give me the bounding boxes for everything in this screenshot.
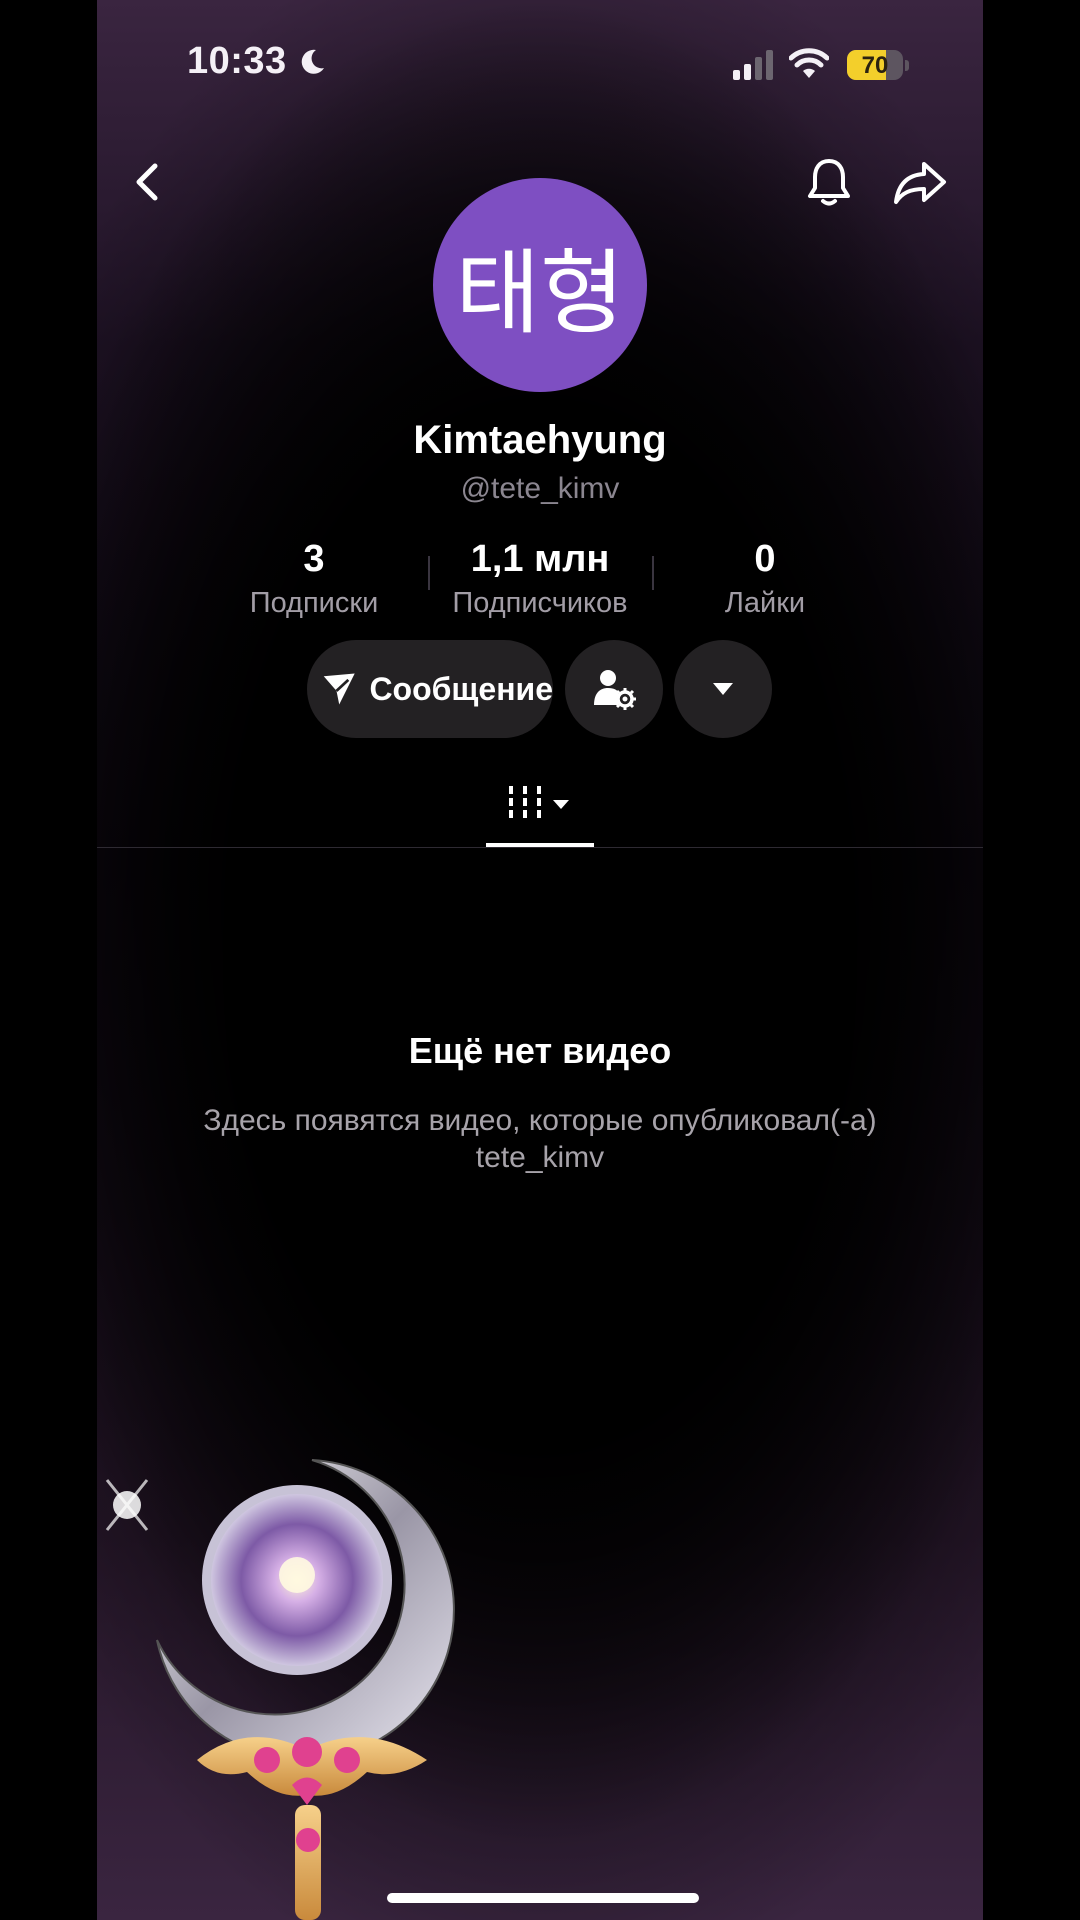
- stat-likes-value: 0: [754, 538, 776, 580]
- message-button-label: Сообщение: [369, 670, 553, 707]
- avatar[interactable]: 태형: [433, 178, 647, 392]
- stat-divider: [428, 556, 430, 590]
- stat-following-label: Подписки: [249, 587, 379, 619]
- stat-following[interactable]: 3 Подписки: [209, 538, 419, 620]
- empty-state-title: Ещё нет видео: [408, 1030, 672, 1071]
- home-indicator[interactable]: [387, 1893, 699, 1903]
- profile-handle: @tete_kimv: [460, 472, 620, 505]
- chevron-left-icon[interactable]: [127, 160, 167, 204]
- empty-state-description: Здесь появятся видео, которые опубликова…: [203, 1104, 877, 1174]
- moon-icon: [301, 49, 324, 74]
- follow-settings-button[interactable]: [565, 640, 663, 738]
- status-time: 10:33: [187, 40, 287, 82]
- stat-followers[interactable]: 1,1 млн Подписчиков: [435, 538, 645, 620]
- moon-wand-decoration: [105, 1459, 455, 1920]
- message-button[interactable]: Сообщение: [307, 640, 553, 738]
- stat-divider: [652, 556, 654, 590]
- battery-level: 70: [861, 52, 889, 79]
- stat-followers-value: 1,1 млн: [470, 538, 610, 580]
- stat-following-value: 3: [303, 538, 325, 580]
- profile-username: Kimtaehyung: [413, 418, 667, 462]
- tab-divider: [97, 847, 983, 848]
- cellular-signal-icon: [733, 50, 773, 80]
- more-options-button[interactable]: [674, 640, 772, 738]
- battery-indicator: 70: [847, 50, 903, 80]
- bell-icon[interactable]: [805, 156, 853, 208]
- stat-likes[interactable]: 0 Лайки: [660, 538, 870, 620]
- send-icon: [323, 673, 355, 705]
- share-arrow-icon[interactable]: [892, 158, 948, 206]
- battery-cap: [905, 60, 909, 71]
- wifi-icon: [789, 48, 829, 78]
- grid-columns-icon[interactable]: [507, 784, 573, 824]
- caret-down-icon: [713, 683, 733, 695]
- profile-screen: 10:33 70 태형 Kimtaehyung @tete_kimv 3 Под…: [97, 0, 983, 1920]
- stat-followers-label: Подписчиков: [452, 587, 628, 619]
- user-gear-icon: [594, 670, 636, 710]
- stat-likes-label: Лайки: [724, 587, 806, 619]
